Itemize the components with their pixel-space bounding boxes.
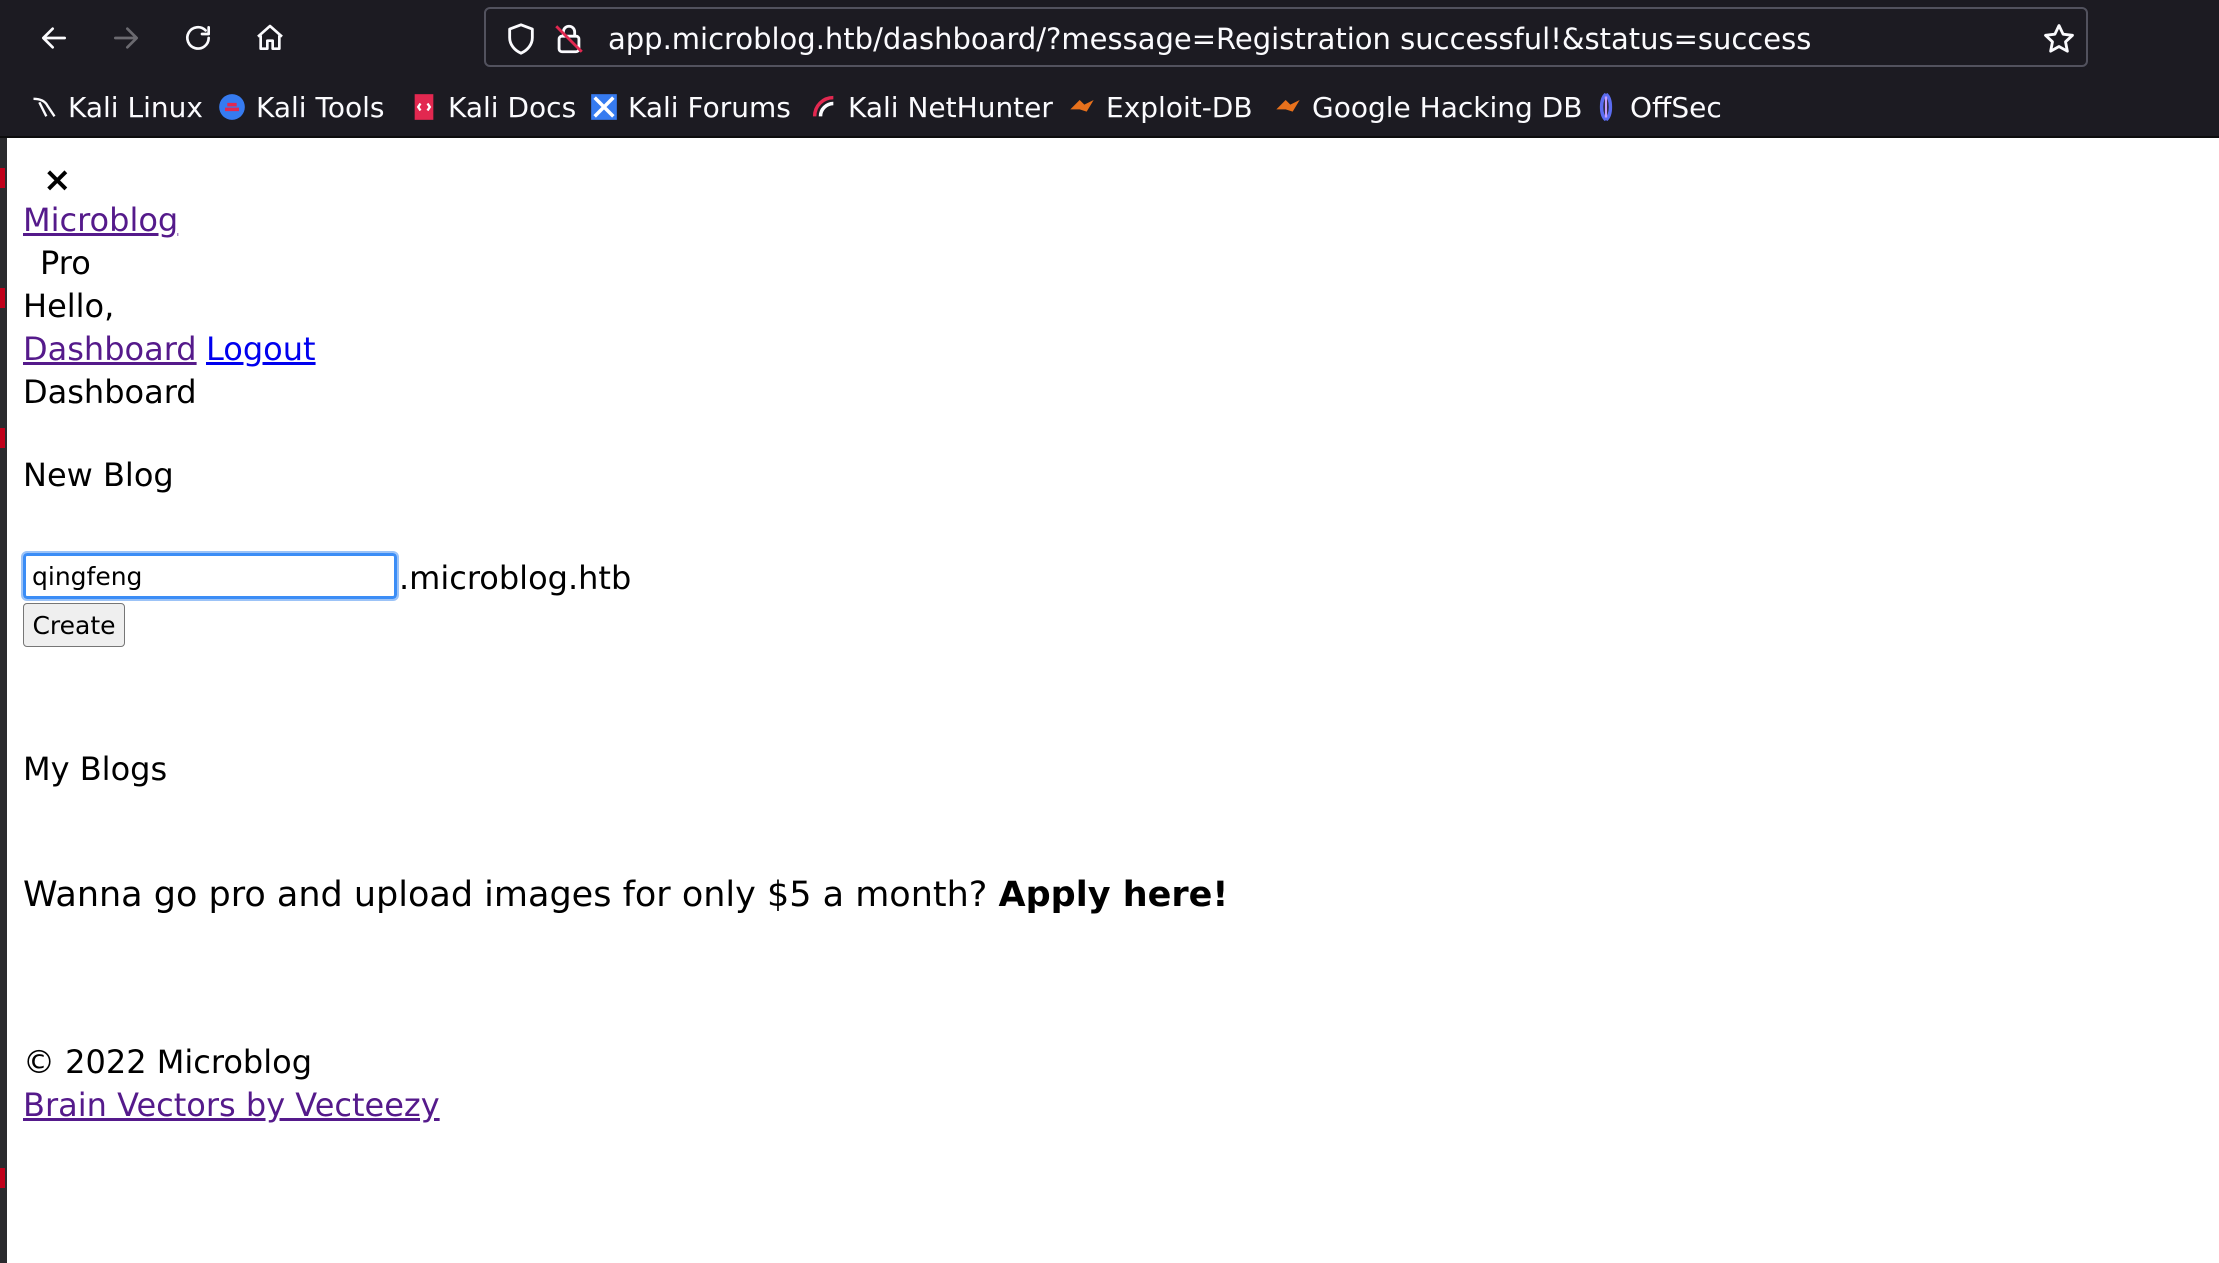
create-button[interactable]: Create — [23, 603, 125, 647]
browser-toolbar: app.microblog.htb/dashboard/?message=Reg… — [0, 0, 2219, 76]
my-blogs-heading: My Blogs — [23, 750, 168, 788]
insecure-lock-icon[interactable] — [552, 22, 586, 56]
copyright-text: © 2022 Microblog — [23, 1043, 312, 1081]
kali-docs-icon — [410, 93, 438, 121]
bookmark-label: Kali Forums — [628, 90, 791, 124]
home-icon[interactable] — [244, 14, 296, 62]
shield-icon[interactable] — [504, 22, 538, 56]
kali-nethunter-icon — [810, 93, 838, 121]
offsec-icon — [1592, 92, 1620, 122]
bookmark-offsec[interactable]: OffSec — [1592, 90, 1722, 124]
bookmark-google-hacking-db[interactable]: Google Hacking DB — [1274, 90, 1582, 124]
promo-message: Wanna go pro and upload images for only … — [23, 875, 999, 915]
pro-label: Pro — [40, 244, 91, 282]
bookmark-kali-nethunter[interactable]: Kali NetHunter — [810, 90, 1053, 124]
bookmark-label: OffSec — [1630, 90, 1722, 124]
url-bar[interactable]: app.microblog.htb/dashboard/?message=Reg… — [484, 7, 2088, 67]
new-blog-heading: New Blog — [23, 456, 174, 494]
kali-forums-icon — [590, 93, 618, 121]
bookmark-kali-tools[interactable]: Kali Tools — [218, 90, 384, 124]
url-text[interactable]: app.microblog.htb/dashboard/?message=Reg… — [608, 23, 1811, 55]
bookmark-label: Kali NetHunter — [848, 90, 1053, 124]
promo-text: Wanna go pro and upload images for only … — [23, 875, 1228, 915]
back-arrow-icon[interactable] — [28, 14, 80, 62]
reload-icon[interactable] — [172, 14, 224, 62]
page-content: × Microblog Pro Hello, Dashboard Logout … — [7, 138, 2219, 1263]
google-hacking-db-icon — [1274, 93, 1302, 121]
apply-here-link[interactable]: Apply here! — [999, 875, 1229, 915]
nav-dashboard-link[interactable]: Dashboard — [23, 329, 197, 369]
brand-link[interactable]: Microblog — [23, 200, 178, 240]
blog-name-input[interactable] — [21, 551, 399, 601]
greeting-text: Hello, — [23, 287, 115, 325]
bookmark-star-icon[interactable] — [2042, 22, 2076, 56]
window-edge — [0, 138, 7, 1263]
bookmark-label: Kali Docs — [448, 90, 577, 124]
close-icon[interactable]: × — [43, 160, 72, 200]
bookmark-kali-linux[interactable]: Kali Linux — [30, 90, 203, 124]
bookmark-kali-docs[interactable]: Kali Docs — [410, 90, 576, 124]
bookmark-label: Exploit-DB — [1106, 90, 1253, 124]
bookmark-label: Kali Tools — [256, 90, 385, 124]
kali-tools-icon — [218, 93, 246, 121]
forward-arrow-icon[interactable] — [100, 14, 152, 62]
bookmark-label: Google Hacking DB — [1312, 90, 1583, 124]
bookmarks-toolbar: Kali Linux Kali Tools Kali Docs Kali For… — [0, 76, 2219, 138]
nav-logout-link[interactable]: Logout — [206, 329, 316, 369]
exploit-db-icon — [1068, 93, 1096, 121]
bookmark-label: Kali Linux — [68, 90, 203, 124]
domain-suffix: .microblog.htb — [399, 559, 632, 597]
bookmark-kali-forums[interactable]: Kali Forums — [590, 90, 791, 124]
kali-dragon-icon — [30, 93, 58, 121]
bookmark-exploit-db[interactable]: Exploit-DB — [1068, 90, 1253, 124]
credit-link[interactable]: Brain Vectors by Vecteezy — [23, 1085, 440, 1125]
page-title: Dashboard — [23, 373, 197, 411]
